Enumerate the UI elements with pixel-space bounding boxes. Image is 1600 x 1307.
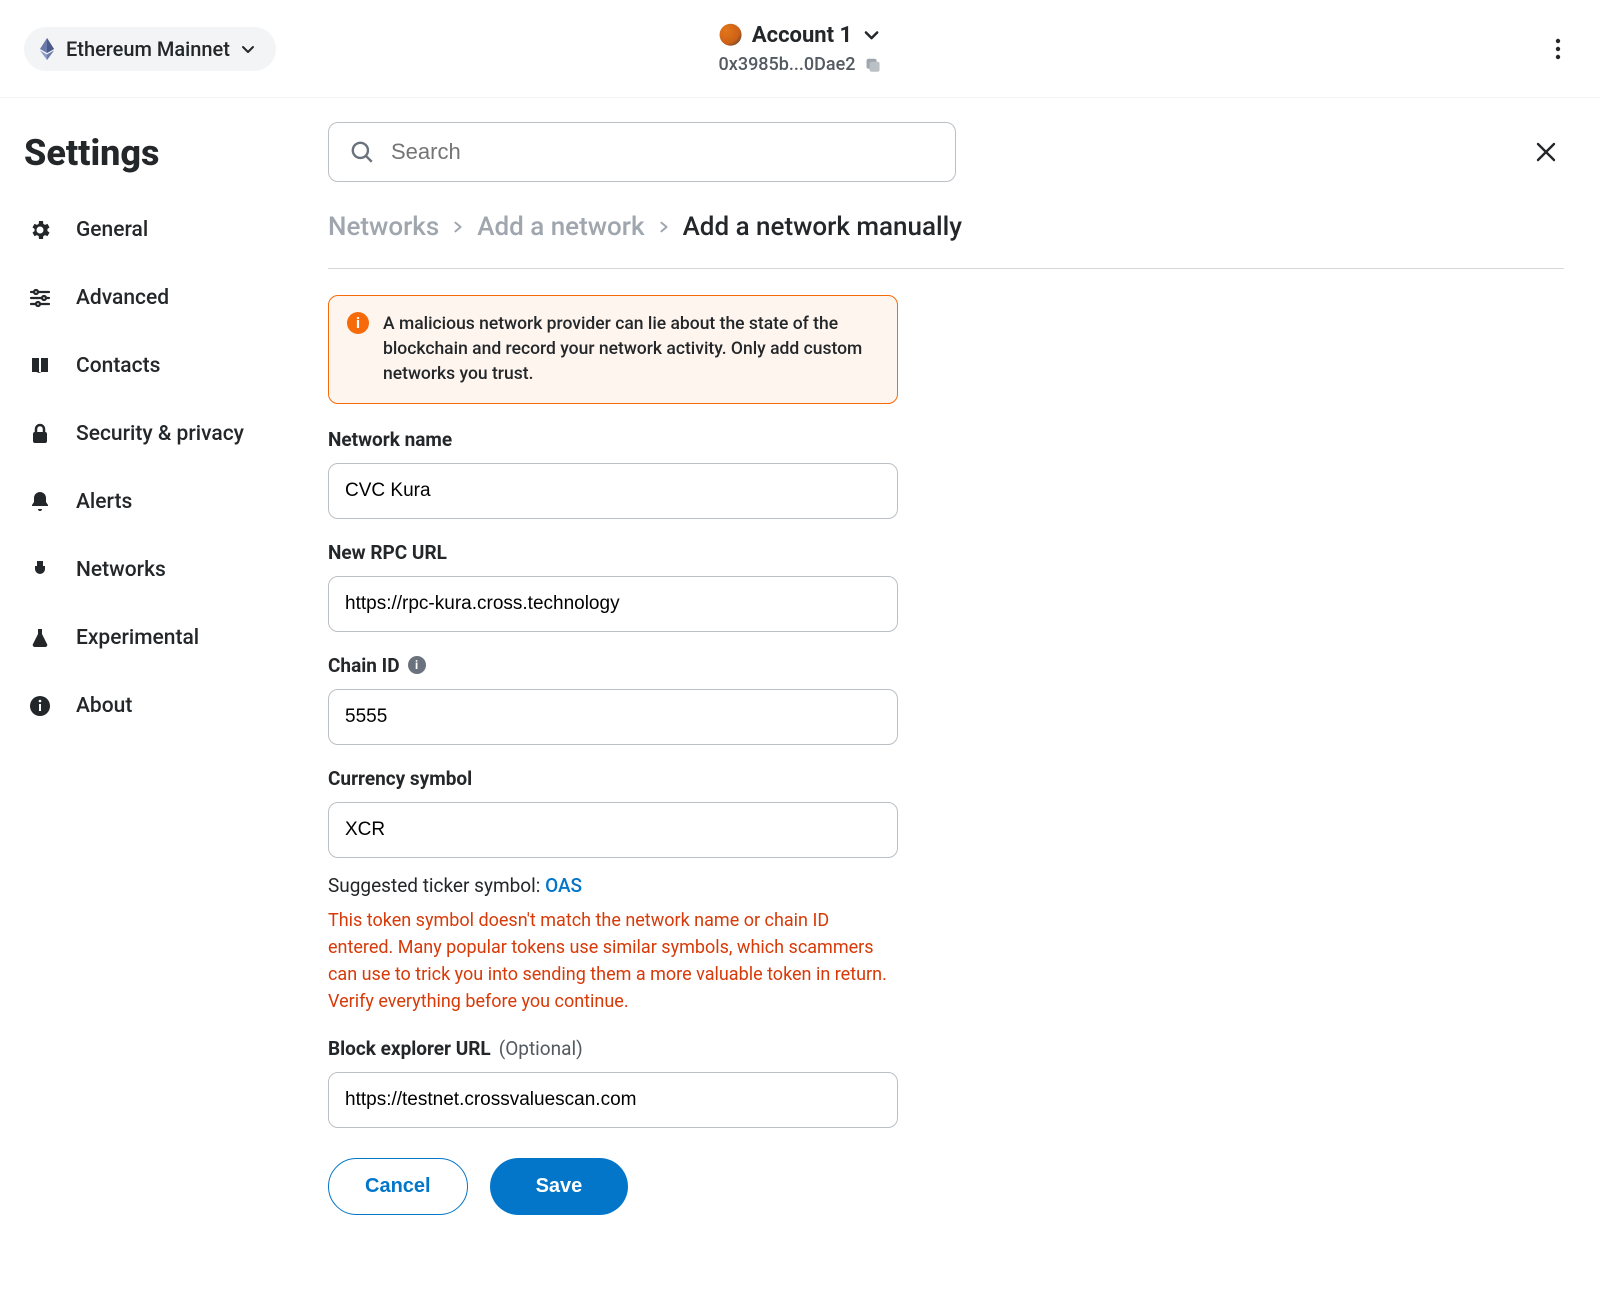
menu-button[interactable]: [1542, 33, 1574, 65]
copy-address-button[interactable]: 0x3985b...0Dae2: [719, 54, 882, 75]
sidebar-item-contacts[interactable]: Contacts: [18, 332, 282, 400]
chevron-right-icon: [657, 220, 671, 234]
sidebar-item-networks[interactable]: Networks: [18, 536, 282, 604]
network-name-input[interactable]: [328, 463, 898, 519]
close-icon: [1534, 140, 1558, 164]
account-avatar-icon: [720, 24, 742, 46]
flask-icon: [26, 624, 54, 652]
kebab-icon: [1555, 38, 1561, 60]
sidebar-item-experimental[interactable]: Experimental: [18, 604, 282, 672]
breadcrumb-item-current: Add a network manually: [683, 212, 962, 242]
suggested-ticker-hint: Suggested ticker symbol: OAS: [328, 874, 898, 897]
sidebar-item-about[interactable]: About: [18, 672, 282, 740]
account-name: Account 1: [752, 22, 852, 47]
info-icon: [26, 692, 54, 720]
chevron-down-icon: [240, 41, 256, 57]
sidebar-item-label: Advanced: [76, 286, 169, 310]
search-input-wrapper[interactable]: [328, 122, 956, 182]
copy-icon: [863, 55, 881, 73]
sliders-icon: [26, 284, 54, 312]
sidebar-item-label: About: [76, 694, 132, 718]
suggested-ticker-link[interactable]: OAS: [545, 874, 582, 897]
network-name-label: Network name: [328, 428, 898, 451]
network-name: Ethereum Mainnet: [66, 37, 230, 61]
close-button[interactable]: [1528, 134, 1564, 170]
search-icon: [349, 139, 375, 165]
sidebar-item-advanced[interactable]: Advanced: [18, 264, 282, 332]
sidebar-item-label: Contacts: [76, 354, 160, 378]
ethereum-icon: [38, 40, 56, 58]
search-input[interactable]: [391, 139, 935, 165]
sidebar-item-label: Security & privacy: [76, 422, 244, 446]
sidebar-item-label: General: [76, 218, 148, 242]
network-selector[interactable]: Ethereum Mainnet: [24, 27, 276, 71]
rpc-url-input[interactable]: [328, 576, 898, 632]
chain-id-input[interactable]: [328, 689, 898, 745]
breadcrumb: Networks Add a network Add a network man…: [328, 212, 1564, 269]
block-explorer-input[interactable]: [328, 1072, 898, 1128]
sidebar-item-label: Alerts: [76, 490, 132, 514]
block-explorer-label: Block explorer URL (Optional): [328, 1037, 898, 1060]
sidebar-item-general[interactable]: General: [18, 196, 282, 264]
breadcrumb-item-add-network[interactable]: Add a network: [477, 212, 644, 242]
settings-sidebar: Settings General Advanced Contacts Secur…: [0, 98, 300, 1265]
sidebar-item-label: Experimental: [76, 626, 199, 650]
chevron-right-icon: [451, 220, 465, 234]
sidebar-item-alerts[interactable]: Alerts: [18, 468, 282, 536]
warning-banner: i A malicious network provider can lie a…: [328, 295, 898, 404]
lock-icon: [26, 420, 54, 448]
currency-symbol-error: This token symbol doesn't match the netw…: [328, 907, 898, 1015]
currency-symbol-label: Currency symbol: [328, 767, 898, 790]
warning-text: A malicious network provider can lie abo…: [383, 312, 879, 387]
chain-id-label: Chain ID i: [328, 654, 898, 677]
chevron-down-icon: [862, 26, 880, 44]
save-button[interactable]: Save: [490, 1158, 629, 1215]
account-address: 0x3985b...0Dae2: [719, 54, 856, 75]
gear-icon: [26, 216, 54, 244]
page-title: Settings: [18, 132, 282, 174]
rpc-url-label: New RPC URL: [328, 541, 898, 564]
plug-icon: [26, 556, 54, 584]
breadcrumb-item-networks[interactable]: Networks: [328, 212, 439, 242]
book-icon: [26, 352, 54, 380]
account-selector[interactable]: Account 1: [720, 22, 880, 47]
warning-icon: i: [347, 312, 369, 334]
sidebar-item-label: Networks: [76, 558, 166, 582]
info-icon[interactable]: i: [408, 656, 426, 674]
bell-icon: [26, 488, 54, 516]
currency-symbol-input[interactable]: [328, 802, 898, 858]
cancel-button[interactable]: Cancel: [328, 1158, 468, 1215]
sidebar-item-security[interactable]: Security & privacy: [18, 400, 282, 468]
